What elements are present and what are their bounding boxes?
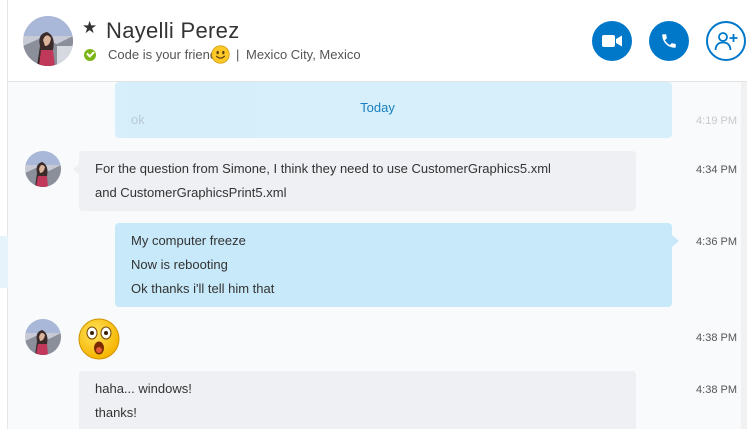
online-status-icon (84, 49, 96, 61)
sender-avatar[interactable] (25, 151, 61, 187)
surprised-emoticon-icon[interactable] (78, 318, 120, 360)
conversation-header: ★ Nayelli Perez Code is your friend | Me… (8, 0, 747, 82)
message-line: Now is rebooting (131, 257, 228, 272)
outgoing-message-bubble[interactable]: My computer freeze Now is rebooting Ok t… (115, 223, 672, 307)
message-line: thanks! (95, 405, 137, 420)
contact-location: Mexico City, Mexico (246, 47, 361, 62)
favorite-star-icon[interactable]: ★ (82, 18, 97, 38)
incoming-message-bubble[interactable]: For the question from Simone, I think th… (79, 151, 636, 211)
message-line: Ok thanks i'll tell him that (131, 281, 275, 296)
selected-conversation-indicator[interactable] (0, 236, 8, 288)
header-separator: | (236, 47, 240, 62)
bubble-tail (672, 235, 679, 247)
recents-sidebar-edge (0, 0, 8, 429)
message-timestamp: 4:34 PM (696, 164, 737, 176)
audio-call-button[interactable] (649, 21, 689, 61)
previous-message-timestamp: 4:19 PM (696, 115, 737, 127)
message-line: My computer freeze (131, 233, 246, 248)
message-timestamp: 4:38 PM (696, 384, 737, 396)
add-person-icon (714, 32, 738, 51)
contact-name: Nayelli Perez (106, 18, 240, 43)
chat-scrollbar[interactable] (741, 82, 747, 429)
phone-icon (662, 34, 676, 48)
message-line: haha... windows! (95, 381, 192, 396)
message-timestamp: 4:38 PM (696, 332, 737, 344)
date-divider: Today (360, 100, 395, 115)
video-camera-icon (602, 35, 622, 47)
sender-avatar[interactable] (25, 319, 61, 355)
message-line: For the question from Simone, I think th… (95, 161, 551, 176)
mood-message: Code is your friend (108, 47, 218, 62)
message-history[interactable]: ok 4:19 PM Today For the question from S… (8, 82, 747, 429)
message-line: and CustomerGraphicsPrint5.xml (95, 185, 287, 200)
message-timestamp: 4:36 PM (696, 236, 737, 248)
smile-emoticon-icon (211, 45, 230, 64)
contact-avatar[interactable] (23, 16, 73, 66)
incoming-message-bubble[interactable]: haha... windows! thanks! (79, 371, 636, 429)
video-call-button[interactable] (592, 21, 632, 61)
add-people-button[interactable] (706, 21, 746, 61)
